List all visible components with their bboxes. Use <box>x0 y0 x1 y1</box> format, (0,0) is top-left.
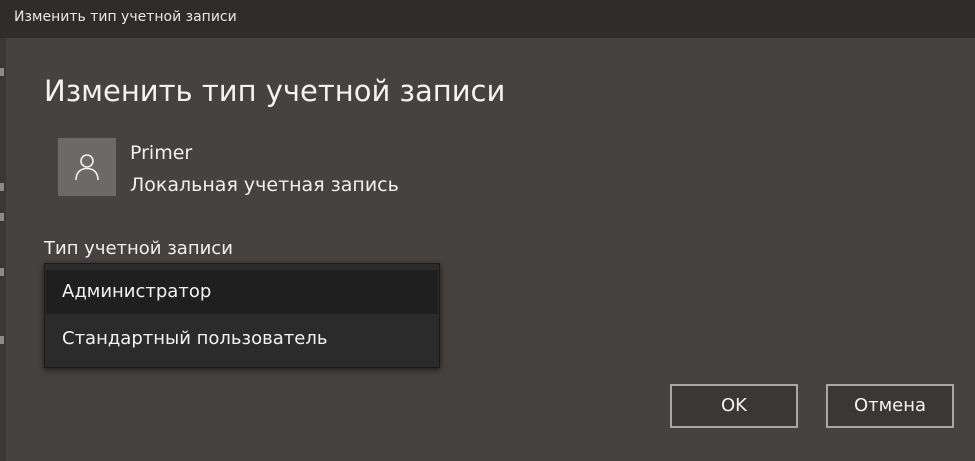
edge-mark <box>0 336 4 344</box>
edge-mark <box>0 268 4 276</box>
ok-button[interactable]: OK <box>670 384 798 428</box>
edge-mark <box>0 213 4 221</box>
background-window-edge <box>0 38 6 461</box>
dialog-heading: Изменить тип учетной записи <box>44 74 506 108</box>
user-name: Primer <box>130 142 193 164</box>
option-standard-user[interactable]: Стандартный пользователь <box>46 317 438 361</box>
option-administrator[interactable]: Администратор <box>46 270 438 314</box>
avatar <box>58 138 116 196</box>
user-icon <box>75 154 99 181</box>
edge-mark <box>0 183 4 191</box>
window-title: Изменить тип учетной записи <box>14 9 237 25</box>
cancel-button[interactable]: Отмена <box>826 384 954 428</box>
change-account-type-window: Изменить тип учетной записи Изменить тип… <box>0 0 975 461</box>
account-type-dropdown[interactable]: Администратор Стандартный пользователь <box>44 263 440 368</box>
account-kind: Локальная учетная запись <box>130 174 399 196</box>
account-type-label: Тип учетной записи <box>44 238 233 259</box>
edge-mark <box>0 68 4 76</box>
title-bar[interactable]: Изменить тип учетной записи <box>0 0 975 38</box>
